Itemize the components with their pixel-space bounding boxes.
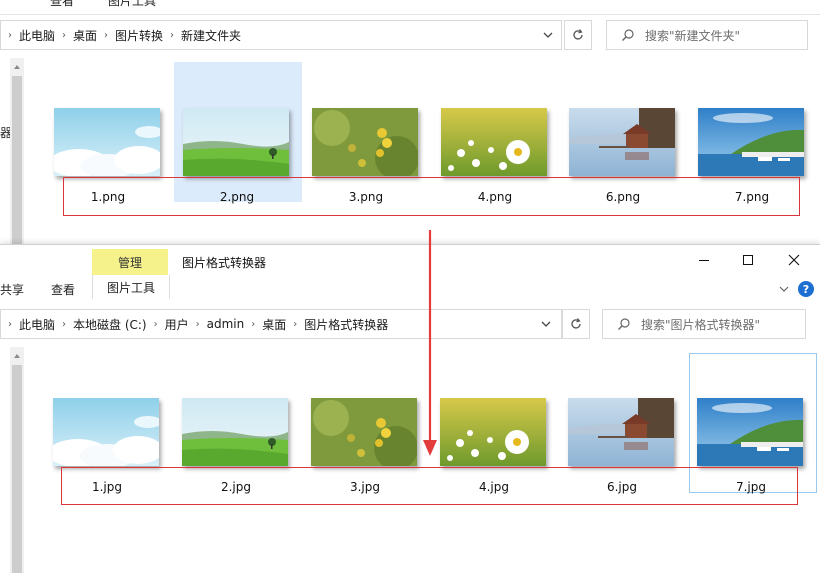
expand-ribbon-icon[interactable] [778, 283, 790, 295]
breadcrumb-users[interactable]: 用户 [165, 316, 189, 333]
scroll-up-icon[interactable] [12, 62, 22, 72]
help-icon[interactable]: ? [798, 281, 814, 297]
breadcrumb-this-pc[interactable]: 此电脑 [19, 316, 55, 333]
image-thumbnail[interactable] [440, 398, 546, 466]
file-item[interactable]: 4.jpg [440, 398, 548, 494]
image-thumbnail[interactable] [697, 398, 803, 466]
file-item[interactable]: 7.png [698, 108, 806, 204]
tab-view[interactable]: 查看 [50, 0, 74, 9]
highlight-box-png-names [63, 177, 800, 216]
chevron-right-icon: › [62, 318, 67, 330]
tab-manage[interactable]: 管理 [92, 249, 168, 275]
explorer-window-new-folder: 查看 图片工具 › 此电脑 › 桌面 › 图片转换 › 新建文件夹 搜索"新建文… [0, 0, 820, 246]
nav-pane-scrollbar[interactable] [10, 58, 24, 246]
search-icon [618, 318, 630, 330]
image-thumbnail[interactable] [312, 108, 418, 176]
image-thumbnail[interactable] [311, 398, 417, 466]
refresh-button[interactable] [564, 20, 592, 50]
breadcrumb-image-convert[interactable]: 图片转换 [115, 27, 163, 44]
tab-share[interactable]: 共享 [0, 281, 24, 298]
refresh-icon [571, 318, 581, 329]
file-item[interactable]: 7.jpg [697, 398, 805, 494]
refresh-button[interactable] [562, 309, 590, 339]
minimize-icon [699, 260, 709, 261]
image-thumbnail[interactable] [698, 108, 804, 176]
chevron-right-icon: › [104, 29, 109, 41]
chevron-down-icon[interactable] [539, 317, 553, 331]
file-item[interactable]: 1.png [54, 108, 162, 204]
file-item[interactable]: 3.png [312, 108, 420, 204]
chevron-down-icon[interactable] [541, 28, 555, 42]
minimize-button[interactable] [682, 245, 726, 275]
address-bar[interactable]: › 此电脑 › 本地磁盘 (C:) › 用户 › admin › 桌面 › 图片… [0, 309, 562, 339]
tab-view[interactable]: 查看 [51, 281, 75, 298]
search-placeholder: 搜索"新建文件夹" [645, 28, 741, 43]
tab-picture-tools[interactable]: 图片工具 [92, 275, 170, 299]
close-icon [788, 254, 800, 266]
chevron-right-icon: › [8, 29, 12, 41]
breadcrumb-new-folder[interactable]: 新建文件夹 [181, 27, 241, 44]
search-placeholder: 搜索"图片格式转换器" [641, 317, 761, 332]
chevron-right-icon: › [170, 29, 175, 41]
breadcrumb-desktop[interactable]: 桌面 [73, 27, 97, 44]
ribbon-tabs-row: 查看 图片工具 [0, 0, 820, 15]
breadcrumb-admin[interactable]: admin [207, 317, 245, 331]
highlight-box-jpg-names [61, 467, 798, 505]
nav-pane-scrollbar[interactable] [10, 347, 24, 573]
image-thumbnail[interactable] [441, 108, 547, 176]
image-thumbnail[interactable] [53, 398, 159, 466]
search-input[interactable]: 搜索"图片格式转换器" [602, 309, 806, 339]
scrollbar-thumb[interactable] [12, 365, 22, 573]
file-item[interactable]: 3.jpg [311, 398, 419, 494]
file-item[interactable]: 6.jpg [568, 398, 676, 494]
image-thumbnail[interactable] [569, 108, 675, 176]
chevron-right-icon: › [195, 318, 200, 330]
file-item[interactable]: 2.jpg [182, 398, 290, 494]
chevron-right-icon: › [251, 318, 256, 330]
file-item[interactable]: 6.png [569, 108, 677, 204]
breadcrumb-local-disk[interactable]: 本地磁盘 (C:) [73, 316, 147, 333]
chevron-right-icon: › [293, 318, 298, 330]
image-thumbnail[interactable] [183, 108, 289, 176]
file-item[interactable]: 1.jpg [53, 398, 161, 494]
image-thumbnail[interactable] [182, 398, 288, 466]
close-button[interactable] [772, 245, 816, 275]
explorer-window-image-converter: 管理 图片工具 共享 查看 图片格式转换器 ? › 此电脑 › 本地磁盘 (C:… [0, 244, 820, 573]
file-item[interactable]: 4.png [441, 108, 549, 204]
maximize-button[interactable] [726, 245, 770, 275]
address-bar[interactable]: › 此电脑 › 桌面 › 图片转换 › 新建文件夹 [0, 20, 562, 50]
search-icon [622, 29, 634, 41]
breadcrumb-image-format-converter[interactable]: 图片格式转换器 [304, 316, 388, 333]
search-input[interactable]: 搜索"新建文件夹" [606, 20, 808, 50]
breadcrumb-this-pc[interactable]: 此电脑 [19, 27, 55, 44]
image-thumbnail[interactable] [54, 108, 160, 176]
tab-picture-tools[interactable]: 图片工具 [108, 0, 156, 9]
chevron-right-icon: › [8, 318, 12, 330]
breadcrumb-desktop[interactable]: 桌面 [262, 316, 286, 333]
image-thumbnail[interactable] [568, 398, 674, 466]
refresh-icon [573, 29, 583, 40]
chevron-right-icon: › [153, 318, 158, 330]
window-title: 图片格式转换器 [182, 256, 267, 270]
scroll-up-icon[interactable] [12, 351, 22, 361]
scrollbar-thumb[interactable] [12, 76, 22, 246]
chevron-right-icon: › [62, 29, 67, 41]
maximize-icon [743, 255, 753, 265]
file-item[interactable]: 2.png [183, 108, 291, 204]
